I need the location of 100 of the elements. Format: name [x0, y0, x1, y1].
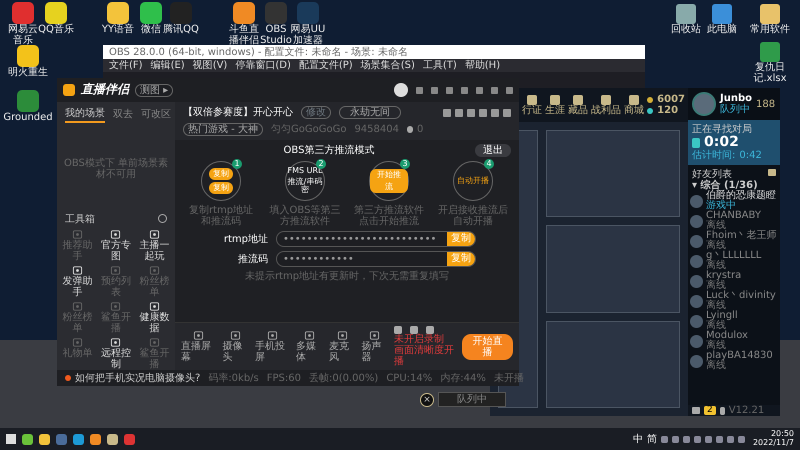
queue-title: 正在寻找对局	[692, 124, 753, 135]
taskbar-app-icon[interactable]	[90, 434, 101, 444]
taskbar-app-icon[interactable]	[39, 434, 50, 444]
tool-item[interactable]: 发弹助手	[59, 265, 96, 298]
friend-status: 离线	[706, 261, 726, 272]
warning-dot	[65, 375, 71, 381]
menu-item[interactable]: 文件(F)	[109, 60, 143, 71]
app-icon[interactable]	[45, 2, 67, 24]
friend-status: 离线	[706, 221, 726, 232]
tool-item[interactable]: 主播一起玩	[136, 229, 173, 262]
step-text: 推流/串码密	[286, 178, 324, 196]
menu-item[interactable]: 视图(V)	[192, 60, 228, 71]
icon-label: 回收站	[671, 24, 701, 35]
game-field[interactable]: 永劫无间	[339, 106, 401, 119]
toolbar-button[interactable]: 多媒体	[296, 330, 323, 363]
taskbar-app-icon[interactable]	[107, 434, 118, 444]
nav-item[interactable]: 商城	[624, 104, 644, 116]
avatar-circle	[690, 294, 703, 308]
tool-item[interactable]: 远程控制	[98, 337, 134, 370]
toolbar-button[interactable]: 扬声器	[361, 330, 388, 363]
version-label: V12.21	[728, 405, 764, 416]
toolbar-icon	[304, 330, 315, 341]
taskbar-app-icon[interactable]	[73, 434, 84, 444]
input-field[interactable]: •••••••••••••••••••••••••• 复制	[276, 231, 476, 247]
friend-row[interactable]: krystra 离线	[688, 271, 780, 292]
avatar-circle	[690, 334, 703, 348]
input-field[interactable]: •••••••••••• 复制	[276, 251, 476, 267]
queue-timer: 0:02	[704, 135, 739, 150]
clock-date: 2022/11/7	[752, 439, 794, 448]
tray-text[interactable]: 中	[632, 434, 643, 444]
menu-item[interactable]: 编辑(E)	[150, 60, 185, 71]
mode-chip[interactable]: 测图 ▸	[135, 84, 174, 96]
category-tag[interactable]: 热门游戏 - 大神	[183, 123, 263, 136]
status-stat: FPS:60	[266, 372, 301, 384]
hint-text: 未提示rtmp地址有更新时，下次无需重复填写	[244, 271, 450, 282]
coin-icon	[647, 96, 654, 102]
toolbar-button[interactable]: 摄像头	[222, 330, 249, 363]
app-icon[interactable]	[140, 2, 162, 24]
mode-title: OBS第三方推流模式	[282, 145, 376, 156]
menu-item[interactable]: 停靠窗口(D)	[235, 60, 291, 71]
menu-item[interactable]: 帮助(H)	[464, 60, 500, 71]
status-stat: 码率:0kb/s	[208, 372, 259, 384]
exit-button[interactable]: 退出	[475, 144, 511, 157]
scene-tab[interactable]: 双去	[113, 107, 133, 122]
nav-item[interactable]: 藏品	[568, 104, 588, 116]
menu-item[interactable]: 工具(T)	[422, 60, 457, 71]
tool-icon	[72, 229, 83, 240]
friend-name: CHANBABY	[706, 211, 761, 222]
start-icon[interactable]	[6, 434, 16, 444]
scene-tab[interactable]: 我的场景	[65, 106, 105, 123]
queue-status: 队列中	[438, 392, 506, 407]
nav-item[interactable]: 生涯	[545, 104, 566, 116]
friend-row[interactable]: Modulox 离线	[688, 331, 780, 352]
nav-item[interactable]: 战利品	[591, 104, 622, 116]
icon-label: 明火重生	[8, 67, 48, 78]
nav-item[interactable]: 行证	[522, 104, 542, 116]
tray-text[interactable]: 简	[646, 434, 657, 444]
friend-row[interactable]: playBA14830 离线	[688, 351, 780, 372]
friends-title: 好友列表	[692, 169, 732, 180]
toolbar-icon	[336, 330, 348, 341]
more-icon[interactable]	[158, 214, 167, 223]
friend-name: Luck丶divinity	[706, 291, 776, 302]
empty-message: OBS模式下 单前场景素材不可用	[62, 156, 170, 182]
friend-row[interactable]: 伯爵的恐康题瞪 游戏中	[688, 191, 780, 212]
estimate-time: 0:42	[739, 150, 762, 162]
app-icon[interactable]	[107, 2, 129, 24]
friend-name: playBA14830	[706, 351, 773, 362]
scene-tab[interactable]: 可改区	[141, 107, 171, 122]
step-number: 3	[400, 159, 410, 169]
app-icon[interactable]	[233, 2, 255, 24]
friend-row[interactable]: Luck丶divinity 离线	[688, 291, 780, 312]
currency-amount: 120	[657, 105, 678, 116]
heat-count: 0	[416, 124, 424, 135]
toolbar-button[interactable]: 手机投屏	[254, 330, 290, 363]
menu-item[interactable]: 配置文件(P)	[298, 60, 353, 71]
icon-label: 网易云音乐	[7, 24, 38, 46]
step-number: 2	[316, 159, 326, 169]
estimate-label: 估计时间:	[692, 150, 736, 162]
toolbar-icon	[193, 330, 204, 341]
icon-label: 复仇日记.xlsx	[752, 62, 788, 84]
room-title: 【双倍参赛度】开心开心	[183, 107, 293, 118]
toolbar-button[interactable]: 直播屏幕	[181, 330, 216, 363]
friend-name: Lyingll	[706, 311, 738, 322]
app-icon[interactable]	[17, 45, 39, 67]
menu-item[interactable]: 场景集合(S)	[360, 60, 415, 71]
tip-text[interactable]: 如何把手机实况电脑摄像头?	[75, 372, 200, 384]
friend-row[interactable]: Fhoim丶老王师 离线	[688, 231, 780, 252]
avatar-circle[interactable]	[394, 83, 408, 97]
friend-status: 离线	[706, 361, 726, 372]
toolbar-button[interactable]: 麦克风	[328, 330, 356, 363]
taskbar-app-icon[interactable]	[22, 434, 33, 444]
tool-item[interactable]: 官方专图	[98, 229, 134, 262]
friend-status: 离线	[706, 321, 726, 332]
friend-row[interactable]: g丶LLLLLLL 离线	[688, 251, 780, 272]
friend-row[interactable]: Lyingll 离线	[688, 311, 780, 332]
avatar-circle	[690, 354, 703, 368]
tool-item[interactable]: 健康数据	[136, 301, 173, 334]
currency-amount: 6007	[657, 94, 685, 105]
player-name: Junbo	[720, 93, 752, 104]
friend-status: 离线	[706, 341, 726, 352]
